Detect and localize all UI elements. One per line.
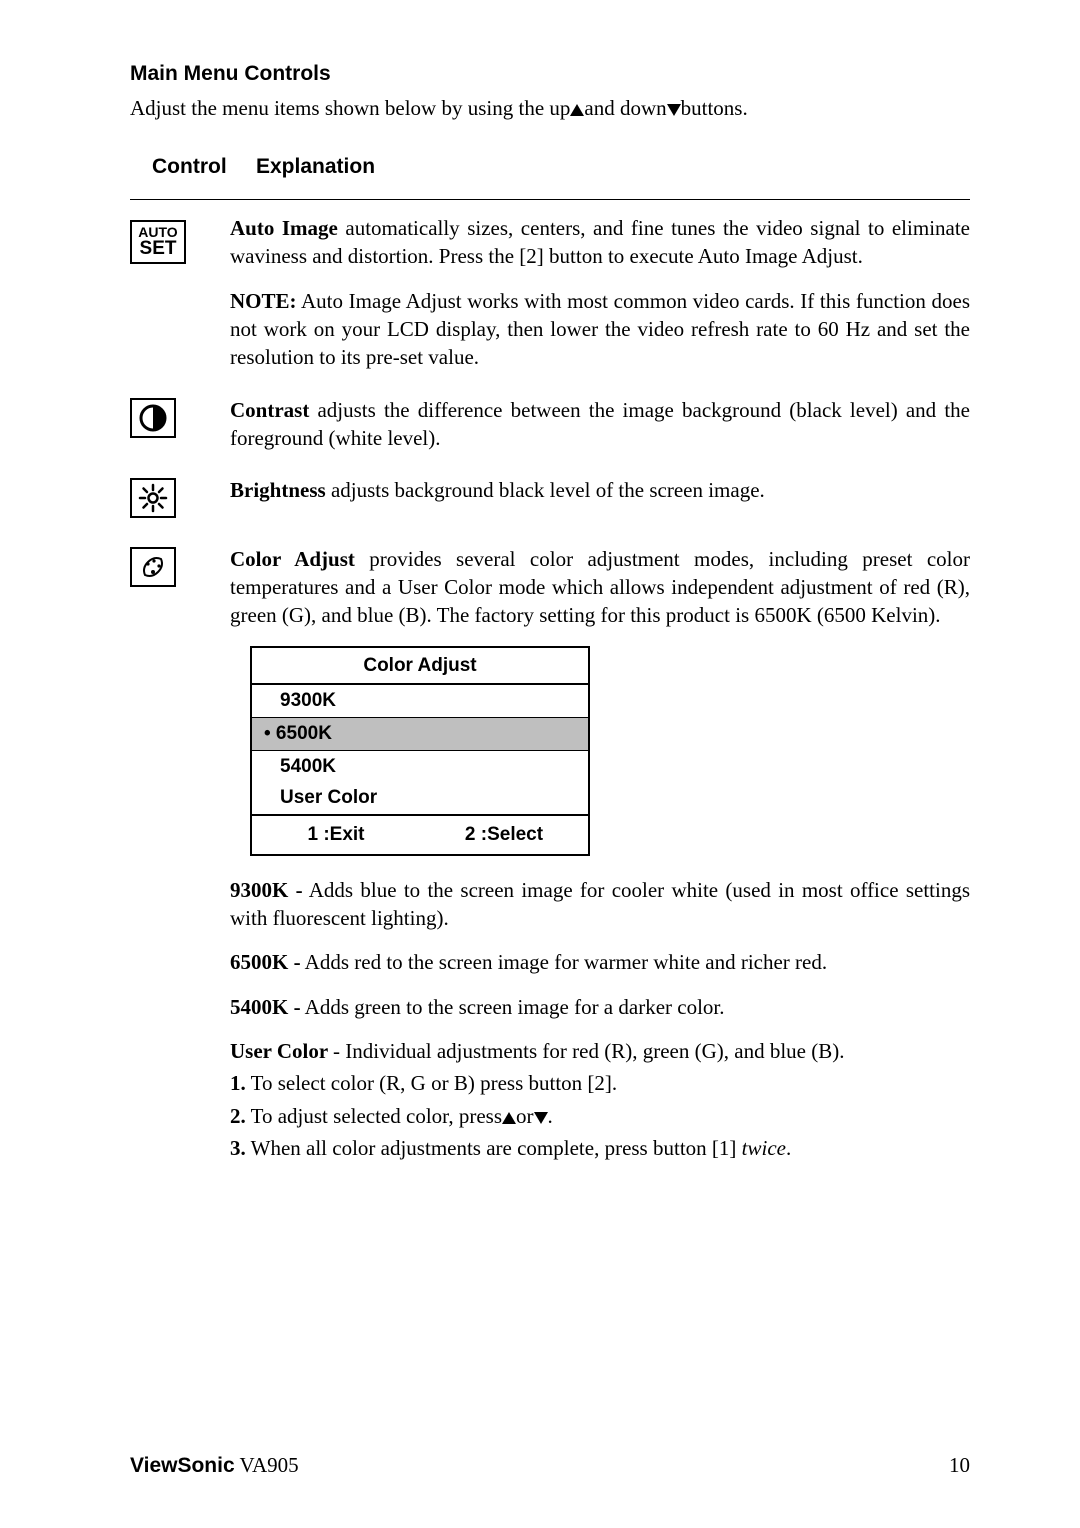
auto-p2: NOTE: Auto Image Adjust works with most …	[230, 287, 970, 372]
auto-p1: Auto Image automatically sizes, centers,…	[230, 214, 970, 271]
coloradjust-p: Color Adjust provides several color adju…	[230, 545, 970, 630]
ucA: User Color	[230, 1039, 333, 1063]
s1b: To select color (R, G or B) press button…	[246, 1071, 617, 1095]
auto-p2b: Auto Image Adjust works with most common…	[230, 289, 970, 370]
menu-5400k: 5400K	[252, 751, 588, 783]
k6500b: Adds red to the screen image for warmer …	[301, 950, 828, 974]
icon-cell	[130, 396, 230, 440]
desc-9300k: 9300K - Adds blue to the screen image fo…	[230, 876, 970, 933]
intro-pre: Adjust the menu items shown below by usi…	[130, 96, 570, 120]
set-text: SET	[140, 239, 177, 258]
auto-p2a: NOTE:	[230, 289, 297, 313]
s3b-pre: When all color adjustments are complete,…	[246, 1136, 742, 1160]
up-arrow-icon	[570, 104, 584, 116]
contrast-icon	[130, 398, 176, 438]
down-arrow-icon	[534, 1112, 548, 1124]
brightness-lb: adjusts background black level of the sc…	[326, 478, 765, 502]
s2b-post: .	[548, 1104, 553, 1128]
user-color-steps: 1. To select color (R, G or B) press but…	[230, 1069, 970, 1162]
footer-left: ViewSonic VA905	[130, 1451, 299, 1480]
menu-title: Color Adjust	[252, 648, 588, 686]
section-title: Main Menu Controls	[130, 60, 970, 88]
brightness-p: Brightness adjusts background black leve…	[230, 476, 970, 504]
body-color-adjust: Color Adjust provides several color adju…	[230, 545, 970, 1163]
body-contrast: Contrast adjusts the difference between …	[230, 396, 970, 453]
auto-p1b: automatically sizes, centers, and fine t…	[230, 216, 970, 268]
step-2: 2. To adjust selected color, press or.	[230, 1102, 970, 1130]
intro-line: Adjust the menu items shown below by usi…	[130, 94, 970, 122]
brightness-la: Brightness	[230, 478, 326, 502]
footer-brand: ViewSonic	[130, 1454, 235, 1477]
desc-5400k: 5400K - Adds green to the screen image f…	[230, 993, 970, 1021]
desc-6500k: 6500K - Adds red to the screen image for…	[230, 948, 970, 976]
auto-set-icon: AUTO SET	[130, 220, 186, 264]
ucB: - Individual adjustments for red (R), gr…	[333, 1039, 844, 1063]
step-3: 3. When all color adjustments are comple…	[230, 1134, 970, 1162]
k6500a: 6500K -	[230, 950, 301, 974]
color-adjust-menu: Color Adjust 9300K • 6500K 5400K User Co…	[250, 646, 590, 856]
icon-cell	[130, 545, 230, 589]
footer-page: 10	[949, 1451, 970, 1480]
icon-cell	[130, 476, 230, 520]
s3b-post: .	[786, 1136, 791, 1160]
color-adjust-icon	[130, 547, 176, 587]
contrast-lb: adjusts the difference between the image…	[230, 398, 970, 450]
s2b-mid: or	[516, 1104, 534, 1128]
brightness-icon	[130, 478, 176, 518]
desc-user-color: User Color - Individual adjustments for …	[230, 1037, 970, 1065]
contrast-la: Contrast	[230, 398, 309, 422]
k9300a: 9300K -	[230, 878, 303, 902]
footer-model: VA905	[235, 1453, 299, 1477]
k9300b: Adds blue to the screen image for cooler…	[230, 878, 970, 930]
auto-text: AUTO	[138, 225, 177, 239]
s3a: 3.	[230, 1136, 246, 1160]
row-brightness: Brightness adjusts background black leve…	[130, 476, 970, 520]
step-1: 1. To select color (R, G or B) press but…	[230, 1069, 970, 1097]
up-arrow-icon	[502, 1112, 516, 1124]
row-color-adjust: Color Adjust provides several color adju…	[130, 545, 970, 1163]
s2b-pre: To adjust selected color, press	[246, 1104, 502, 1128]
contrast-p: Contrast adjusts the difference between …	[230, 396, 970, 453]
menu-6500k-selected: • 6500K	[252, 718, 588, 750]
header-explanation: Explanation	[256, 153, 970, 181]
auto-p1a: Auto Image	[230, 216, 338, 240]
body-brightness: Brightness adjusts background black leve…	[230, 476, 970, 504]
menu-exit: 1 :Exit	[252, 822, 420, 848]
column-headers: Control Explanation	[130, 153, 970, 181]
s1a: 1.	[230, 1071, 246, 1095]
ca-la: Color Adjust	[230, 547, 355, 571]
k5400a: 5400K -	[230, 995, 301, 1019]
menu-user-color: User Color	[252, 782, 588, 814]
row-contrast: Contrast adjusts the difference between …	[130, 396, 970, 453]
row-auto-image: AUTO SET Auto Image automatically sizes,…	[130, 214, 970, 372]
body-auto: Auto Image automatically sizes, centers,…	[230, 214, 970, 372]
menu-9300k: 9300K	[252, 685, 588, 717]
menu-footer: 1 :Exit 2 :Select	[252, 814, 588, 854]
header-control: Control	[152, 153, 256, 181]
s3b-it: twice	[742, 1136, 786, 1160]
intro-mid: and down	[584, 96, 666, 120]
divider	[130, 199, 970, 200]
page-footer: ViewSonic VA905 10	[130, 1451, 970, 1480]
icon-cell: AUTO SET	[130, 214, 230, 264]
menu-select: 2 :Select	[420, 822, 588, 848]
intro-post: buttons.	[681, 96, 748, 120]
k5400b: Adds green to the screen image for a dar…	[301, 995, 725, 1019]
s2a: 2.	[230, 1104, 246, 1128]
down-arrow-icon	[667, 104, 681, 116]
